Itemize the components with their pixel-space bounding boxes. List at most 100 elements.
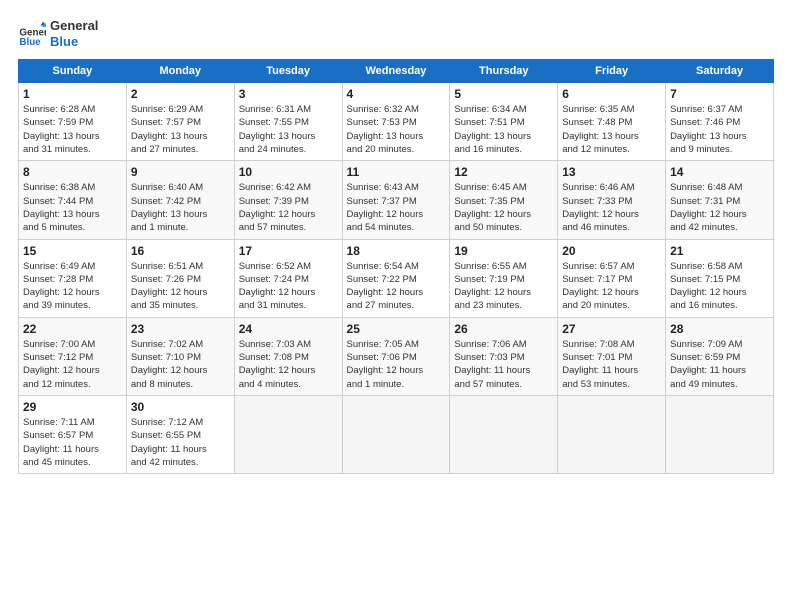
day-cell: 13 Sunrise: 6:46 AM Sunset: 7:33 PM Dayli… xyxy=(558,161,666,239)
day-info: Sunrise: 7:02 AM Sunset: 7:10 PM Dayligh… xyxy=(131,338,230,391)
day-info: Sunrise: 7:00 AM Sunset: 7:12 PM Dayligh… xyxy=(23,338,122,391)
day-cell: 14Sunrise: 6:48 AM Sunset: 7:31 PM Dayli… xyxy=(666,161,774,239)
day-cell: 3 Sunrise: 6:31 AM Sunset: 7:55 PM Daylig… xyxy=(234,83,342,161)
day-info: Sunrise: 7:05 AM Sunset: 7:06 PM Dayligh… xyxy=(347,338,446,391)
page-container: General Blue General Blue SundayMondayTu… xyxy=(0,0,792,484)
calendar-header-row: SundayMondayTuesdayWednesdayThursdayFrid… xyxy=(19,60,774,83)
day-info: Sunrise: 6:40 AM Sunset: 7:42 PM Dayligh… xyxy=(131,181,230,234)
week-row-2: 15 Sunrise: 6:49 AM Sunset: 7:28 PM Dayli… xyxy=(19,239,774,317)
day-info: Sunrise: 6:51 AM Sunset: 7:26 PM Dayligh… xyxy=(131,260,230,313)
day-info: Sunrise: 6:45 AM Sunset: 7:35 PM Dayligh… xyxy=(454,181,553,234)
day-info: Sunrise: 6:32 AM Sunset: 7:53 PM Dayligh… xyxy=(347,103,446,156)
day-cell: 23 Sunrise: 7:02 AM Sunset: 7:10 PM Dayli… xyxy=(126,317,234,395)
day-info: Sunrise: 6:55 AM Sunset: 7:19 PM Dayligh… xyxy=(454,260,553,313)
day-cell: 27 Sunrise: 7:08 AM Sunset: 7:01 PM Dayli… xyxy=(558,317,666,395)
logo-blue: Blue xyxy=(50,34,98,50)
day-cell: 20 Sunrise: 6:57 AM Sunset: 7:17 PM Dayli… xyxy=(558,239,666,317)
day-info: Sunrise: 6:58 AM Sunset: 7:15 PM Dayligh… xyxy=(670,260,769,313)
day-number: 6 xyxy=(562,87,661,101)
day-cell xyxy=(234,395,342,473)
day-cell: 6 Sunrise: 6:35 AM Sunset: 7:48 PM Daylig… xyxy=(558,83,666,161)
week-row-4: 29Sunrise: 7:11 AM Sunset: 6:57 PM Dayli… xyxy=(19,395,774,473)
day-number: 18 xyxy=(347,244,446,258)
day-info: Sunrise: 6:54 AM Sunset: 7:22 PM Dayligh… xyxy=(347,260,446,313)
day-number: 30 xyxy=(131,400,230,414)
day-number: 25 xyxy=(347,322,446,336)
day-cell: 19 Sunrise: 6:55 AM Sunset: 7:19 PM Dayli… xyxy=(450,239,558,317)
day-number: 13 xyxy=(562,165,661,179)
day-cell: 17Sunrise: 6:52 AM Sunset: 7:24 PM Dayli… xyxy=(234,239,342,317)
day-number: 27 xyxy=(562,322,661,336)
day-cell: 29Sunrise: 7:11 AM Sunset: 6:57 PM Dayli… xyxy=(19,395,127,473)
day-number: 15 xyxy=(23,244,122,258)
day-number: 23 xyxy=(131,322,230,336)
day-number: 20 xyxy=(562,244,661,258)
col-header-friday: Friday xyxy=(558,60,666,83)
day-info: Sunrise: 6:43 AM Sunset: 7:37 PM Dayligh… xyxy=(347,181,446,234)
day-cell: 18 Sunrise: 6:54 AM Sunset: 7:22 PM Dayli… xyxy=(342,239,450,317)
day-cell: 15 Sunrise: 6:49 AM Sunset: 7:28 PM Dayli… xyxy=(19,239,127,317)
day-cell xyxy=(558,395,666,473)
col-header-wednesday: Wednesday xyxy=(342,60,450,83)
day-cell: 12 Sunrise: 6:45 AM Sunset: 7:35 PM Dayli… xyxy=(450,161,558,239)
day-info: Sunrise: 7:09 AM Sunset: 6:59 PM Dayligh… xyxy=(670,338,769,391)
day-info: Sunrise: 7:11 AM Sunset: 6:57 PM Dayligh… xyxy=(23,416,122,469)
header: General Blue General Blue xyxy=(18,18,774,49)
day-cell: 7 Sunrise: 6:37 AM Sunset: 7:46 PM Daylig… xyxy=(666,83,774,161)
day-cell: 21 Sunrise: 6:58 AM Sunset: 7:15 PM Dayli… xyxy=(666,239,774,317)
day-cell: 22Sunrise: 7:00 AM Sunset: 7:12 PM Dayli… xyxy=(19,317,127,395)
day-cell: 24 Sunrise: 7:03 AM Sunset: 7:08 PM Dayli… xyxy=(234,317,342,395)
day-cell: 11 Sunrise: 6:43 AM Sunset: 7:37 PM Dayli… xyxy=(342,161,450,239)
day-number: 8 xyxy=(23,165,122,179)
day-number: 2 xyxy=(131,87,230,101)
day-number: 10 xyxy=(239,165,338,179)
logo-icon: General Blue xyxy=(18,20,46,48)
day-cell: 16 Sunrise: 6:51 AM Sunset: 7:26 PM Dayli… xyxy=(126,239,234,317)
day-number: 21 xyxy=(670,244,769,258)
day-number: 5 xyxy=(454,87,553,101)
day-cell: 28 Sunrise: 7:09 AM Sunset: 6:59 PM Dayli… xyxy=(666,317,774,395)
day-number: 19 xyxy=(454,244,553,258)
day-cell: 1 Sunrise: 6:28 AM Sunset: 7:59 PM Daylig… xyxy=(19,83,127,161)
day-info: Sunrise: 6:46 AM Sunset: 7:33 PM Dayligh… xyxy=(562,181,661,234)
week-row-1: 8Sunrise: 6:38 AM Sunset: 7:44 PM Daylig… xyxy=(19,161,774,239)
day-cell: 8Sunrise: 6:38 AM Sunset: 7:44 PM Daylig… xyxy=(19,161,127,239)
day-cell: 10Sunrise: 6:42 AM Sunset: 7:39 PM Dayli… xyxy=(234,161,342,239)
day-cell: 9 Sunrise: 6:40 AM Sunset: 7:42 PM Daylig… xyxy=(126,161,234,239)
day-number: 7 xyxy=(670,87,769,101)
day-info: Sunrise: 6:34 AM Sunset: 7:51 PM Dayligh… xyxy=(454,103,553,156)
day-info: Sunrise: 6:57 AM Sunset: 7:17 PM Dayligh… xyxy=(562,260,661,313)
calendar-table: SundayMondayTuesdayWednesdayThursdayFrid… xyxy=(18,59,774,474)
day-info: Sunrise: 6:28 AM Sunset: 7:59 PM Dayligh… xyxy=(23,103,122,156)
day-number: 9 xyxy=(131,165,230,179)
day-info: Sunrise: 7:12 AM Sunset: 6:55 PM Dayligh… xyxy=(131,416,230,469)
day-cell: 30 Sunrise: 7:12 AM Sunset: 6:55 PM Dayli… xyxy=(126,395,234,473)
day-number: 28 xyxy=(670,322,769,336)
day-cell xyxy=(342,395,450,473)
day-cell: 4Sunrise: 6:32 AM Sunset: 7:53 PM Daylig… xyxy=(342,83,450,161)
day-number: 16 xyxy=(131,244,230,258)
day-cell: 2 Sunrise: 6:29 AM Sunset: 7:57 PM Daylig… xyxy=(126,83,234,161)
day-info: Sunrise: 7:08 AM Sunset: 7:01 PM Dayligh… xyxy=(562,338,661,391)
col-header-thursday: Thursday xyxy=(450,60,558,83)
day-info: Sunrise: 6:35 AM Sunset: 7:48 PM Dayligh… xyxy=(562,103,661,156)
day-cell xyxy=(666,395,774,473)
day-info: Sunrise: 7:03 AM Sunset: 7:08 PM Dayligh… xyxy=(239,338,338,391)
day-cell: 26 Sunrise: 7:06 AM Sunset: 7:03 PM Dayli… xyxy=(450,317,558,395)
day-number: 11 xyxy=(347,165,446,179)
day-info: Sunrise: 6:31 AM Sunset: 7:55 PM Dayligh… xyxy=(239,103,338,156)
col-header-saturday: Saturday xyxy=(666,60,774,83)
logo-general: General xyxy=(50,18,98,34)
day-number: 12 xyxy=(454,165,553,179)
day-number: 3 xyxy=(239,87,338,101)
day-number: 1 xyxy=(23,87,122,101)
day-number: 24 xyxy=(239,322,338,336)
day-number: 26 xyxy=(454,322,553,336)
svg-text:Blue: Blue xyxy=(19,37,41,48)
day-info: Sunrise: 6:37 AM Sunset: 7:46 PM Dayligh… xyxy=(670,103,769,156)
day-info: Sunrise: 7:06 AM Sunset: 7:03 PM Dayligh… xyxy=(454,338,553,391)
day-info: Sunrise: 6:29 AM Sunset: 7:57 PM Dayligh… xyxy=(131,103,230,156)
day-info: Sunrise: 6:52 AM Sunset: 7:24 PM Dayligh… xyxy=(239,260,338,313)
day-info: Sunrise: 6:49 AM Sunset: 7:28 PM Dayligh… xyxy=(23,260,122,313)
col-header-tuesday: Tuesday xyxy=(234,60,342,83)
